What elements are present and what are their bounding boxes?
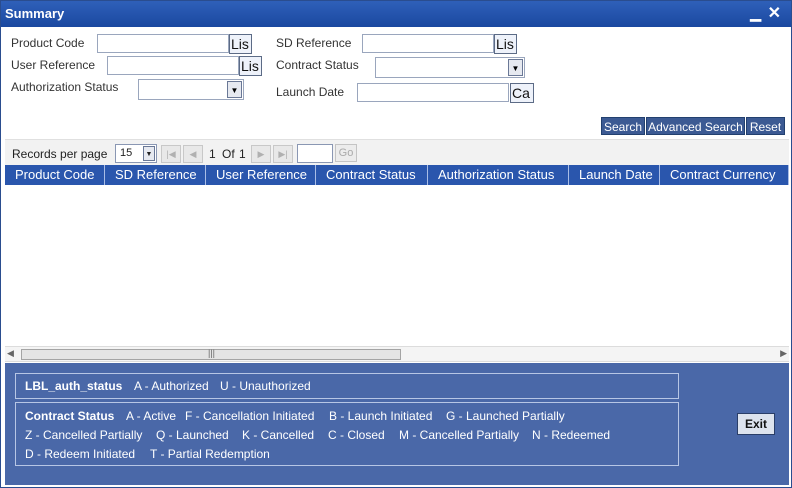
column-header-user-reference[interactable]: User Reference (206, 165, 316, 185)
sd-reference-label: SD Reference (276, 36, 352, 50)
user-reference-label: User Reference (11, 58, 96, 72)
close-icon[interactable]: ✕ (768, 3, 781, 23)
results-grid-body (5, 185, 789, 345)
auth-status-legend-title: LBL_auth_status (25, 379, 123, 393)
legend-item: C - Closed (328, 428, 385, 442)
user-reference-lov-button[interactable]: Lis (239, 56, 262, 76)
legend-item: T - Partial Redemption (150, 447, 270, 461)
window-title: Summary (5, 6, 65, 21)
legend-item: Q - Launched (156, 428, 229, 442)
legend-item: U - Unauthorized (220, 379, 311, 393)
current-page: 1 (209, 147, 216, 161)
legend-item: N - Redeemed (532, 428, 611, 442)
advanced-search-button[interactable]: Advanced Search (646, 117, 745, 135)
auth-status-legend: LBL_auth_status A - Authorized U - Unaut… (15, 373, 679, 399)
records-per-page-select[interactable]: 15 ▼ (115, 144, 157, 163)
launch-date-input[interactable] (357, 83, 509, 102)
legend-item: D - Redeem Initiated (25, 447, 136, 461)
scrollbar-thumb[interactable]: ||| (21, 348, 401, 360)
summary-window: Summary ▁ ✕ Product Code Lis SD Referenc… (0, 0, 792, 488)
total-pages: 1 (239, 147, 246, 161)
user-reference-input[interactable] (107, 56, 239, 75)
next-page-icon[interactable]: ▶ (251, 145, 271, 163)
previous-page-icon[interactable]: ◀ (183, 145, 203, 163)
records-per-page-value: 15 (120, 147, 133, 159)
dropdown-arrow-icon: ▼ (508, 59, 523, 76)
legend-item: A - Active (126, 409, 177, 423)
title-bar: Summary ▁ ✕ (1, 1, 791, 27)
contract-status-legend-title: Contract Status (25, 409, 115, 423)
column-header-contract-status[interactable]: Contract Status (316, 165, 428, 185)
contract-status-label: Contract Status (276, 58, 359, 72)
legend-item: A - Authorized (134, 379, 209, 393)
column-header-sd-reference[interactable]: SD Reference (105, 165, 206, 185)
dropdown-arrow-icon: ▼ (227, 81, 242, 98)
column-header-authorization-status[interactable]: Authorization Status (428, 165, 569, 185)
legend-item: G - Launched Partially (446, 409, 565, 423)
product-code-label: Product Code (11, 36, 85, 50)
legend-item: F - Cancellation Initiated (185, 409, 315, 423)
grip-icon: ||| (208, 348, 216, 358)
column-header-product-code[interactable]: Product Code (5, 165, 105, 185)
legend-item: Z - Cancelled Partially (25, 428, 143, 442)
minimize-icon[interactable]: ▁ (750, 5, 761, 22)
reset-button[interactable]: Reset (746, 117, 785, 135)
column-header-launch-date[interactable]: Launch Date (569, 165, 660, 185)
launch-date-label: Launch Date (276, 85, 345, 99)
goto-page-input[interactable] (297, 144, 333, 163)
search-button[interactable]: Search (601, 117, 645, 135)
scroll-left-icon[interactable]: ◀ (7, 348, 14, 359)
launch-date-calendar-button[interactable]: Ca (510, 83, 534, 103)
legend-item: B - Launch Initiated (329, 409, 433, 423)
exit-button[interactable]: Exit (737, 413, 775, 435)
records-per-page-label: Records per page (12, 147, 108, 161)
of-label: Of (222, 147, 235, 161)
authorization-status-select[interactable]: ▼ (138, 79, 244, 100)
legend-item: K - Cancelled (242, 428, 315, 442)
legend-item: M - Cancelled Partially (399, 428, 520, 442)
results-grid-header: Product Code SD Reference User Reference… (5, 165, 789, 185)
last-page-icon[interactable]: ▶| (273, 145, 293, 163)
authorization-status-label: Authorization Status (11, 80, 119, 94)
pagination-bar: Records per page 15 ▼ |◀ ◀ 1 Of 1 ▶ ▶| G… (5, 139, 789, 165)
column-header-contract-currency[interactable]: Contract Currency (660, 165, 789, 185)
sd-reference-lov-button[interactable]: Lis (494, 34, 517, 54)
contract-status-select[interactable]: ▼ (375, 57, 525, 78)
go-button[interactable]: Go (335, 144, 357, 162)
contract-status-legend: Contract Status A - Active F - Cancellat… (15, 402, 679, 466)
scroll-right-icon[interactable]: ▶ (780, 348, 787, 359)
first-page-icon[interactable]: |◀ (161, 145, 181, 163)
dropdown-arrow-icon: ▼ (143, 146, 155, 161)
sd-reference-input[interactable] (362, 34, 494, 53)
product-code-input[interactable] (97, 34, 229, 53)
product-code-lov-button[interactable]: Lis (229, 34, 252, 54)
horizontal-scrollbar[interactable]: ◀ ||| ▶ (5, 346, 789, 362)
